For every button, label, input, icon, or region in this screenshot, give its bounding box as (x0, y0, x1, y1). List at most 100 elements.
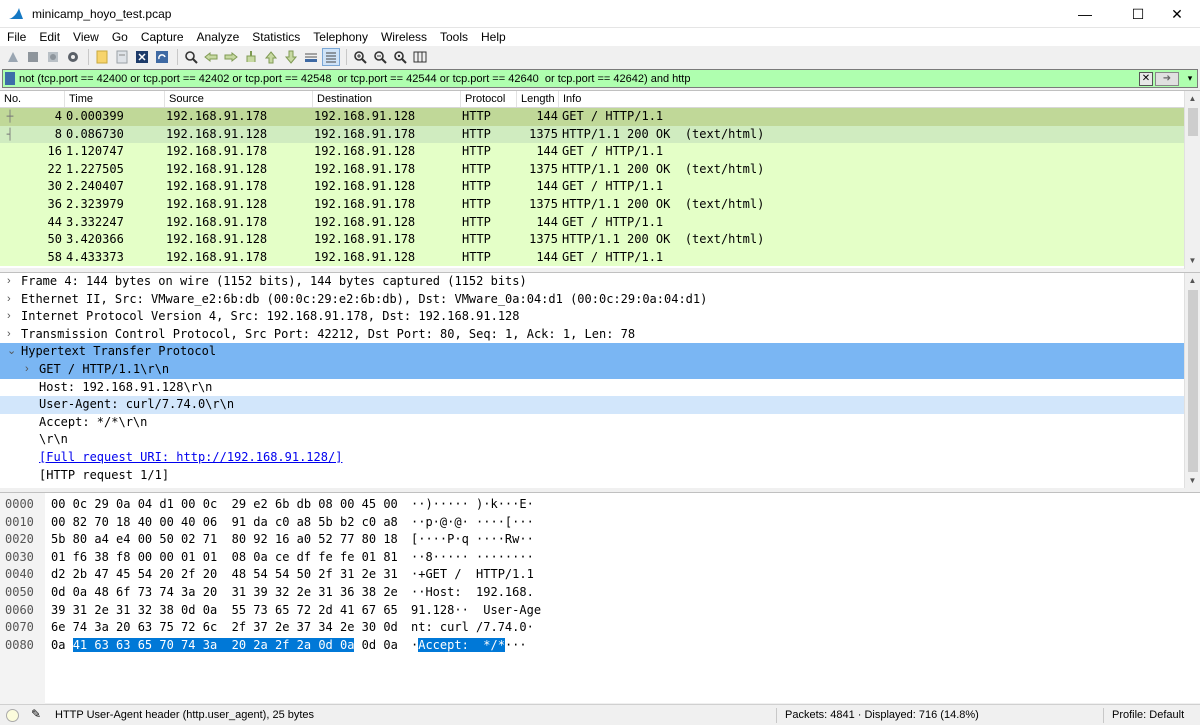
ascii-bytes[interactable]: ··Host: 192.168. (411, 584, 534, 602)
profile-indicator[interactable]: Profile: Default (1112, 709, 1184, 721)
ascii-bytes[interactable]: 91.128·· User-Age (411, 602, 541, 620)
ascii-bytes[interactable]: [····P·q ····Rw·· (411, 531, 534, 549)
detail-tree-item[interactable]: › Internet Protocol Version 4, Src: 192.1… (0, 308, 1200, 326)
hex-bytes[interactable]: 5b 80 a4 e4 00 50 02 71 80 92 16 a0 52 7… (51, 531, 398, 549)
hex-bytes[interactable]: 00 82 70 18 40 00 40 06 91 da c0 a8 5b b… (51, 514, 398, 532)
detail-tree-item[interactable]: \r\n (0, 431, 1200, 449)
packet-list-scrollbar[interactable]: ▲ ▼ (1184, 91, 1200, 269)
ascii-bytes[interactable]: ··8····· ········ (411, 549, 534, 567)
column-header-time[interactable]: Time (65, 91, 165, 107)
menu-view[interactable]: View (66, 28, 105, 46)
detail-tree-item[interactable]: [HTTP request 1/1] (0, 467, 1200, 485)
detail-tree-item[interactable]: [Full request URI: http://192.168.91.128… (0, 449, 1200, 467)
detail-tree-item[interactable]: › GET / HTTP/1.1\r\n (0, 360, 1200, 379)
menu-analyze[interactable]: Analyze (190, 28, 246, 46)
close-button[interactable]: ✕ (1154, 0, 1200, 28)
hex-bytes[interactable]: 0a 41 63 63 65 70 74 3a 20 2a 2f 2a 0d 0… (51, 637, 398, 655)
packet-row[interactable]: 44 3.332247 192.168.91.178 192.168.91.128 HT… (0, 213, 1200, 232)
details-scrollbar[interactable]: ▲ ▼ (1184, 273, 1200, 488)
ascii-bytes[interactable]: nt: curl /7.74.0· (411, 619, 534, 637)
column-header-no[interactable]: No. (0, 91, 65, 107)
menu-wireless[interactable]: Wireless (374, 28, 433, 46)
go-first-icon[interactable] (262, 48, 280, 66)
detail-tree-item[interactable]: › Frame 4: 144 bytes on wire (1152 bits),… (0, 273, 1200, 291)
zoom-in-icon[interactable] (351, 48, 369, 66)
scrollbar-thumb[interactable] (1188, 108, 1198, 136)
go-last-icon[interactable] (282, 48, 300, 66)
collapsed-arrow-icon[interactable]: › (25, 361, 29, 379)
filter-history-dropdown-icon[interactable]: ▾ (1183, 73, 1197, 84)
menu-file[interactable]: File (0, 28, 32, 46)
scroll-up-icon[interactable]: ▲ (1185, 91, 1200, 107)
detail-tree-item[interactable]: Accept: */*\r\n (0, 414, 1200, 432)
auto-scroll-icon[interactable] (302, 48, 320, 66)
full-request-uri-link[interactable]: [Full request URI: http://192.168.91.128… (39, 449, 342, 467)
packet-row[interactable]: 58 4.433373 192.168.91.178 192.168.91.128 HT… (0, 248, 1200, 267)
expert-info-icon[interactable] (6, 709, 19, 722)
colorize-icon[interactable] (322, 48, 340, 66)
expanded-arrow-icon[interactable]: ⌄ (7, 343, 16, 361)
hex-bytes[interactable]: 00 0c 29 0a 04 d1 00 0c 29 e2 6b db 08 0… (51, 496, 398, 514)
menu-tools[interactable]: Tools (433, 28, 474, 46)
ascii-bytes[interactable]: ··)····· )·k···E· (411, 496, 534, 514)
hex-bytes[interactable]: 01 f6 38 f8 00 00 01 01 08 0a ce df fe f… (51, 549, 398, 567)
start-capture-icon[interactable] (4, 48, 22, 66)
hex-bytes[interactable]: 6e 74 3a 20 63 75 72 6c 2f 37 2e 37 34 2… (51, 619, 398, 637)
packet-row[interactable]: ┼ 4 0.000399 192.168.91.178 192.168.91.128 HT… (0, 108, 1200, 126)
zoom-out-icon[interactable] (371, 48, 389, 66)
restart-capture-icon[interactable] (44, 48, 62, 66)
stop-capture-icon[interactable] (24, 48, 42, 66)
detail-tree-item[interactable]: User-Agent: curl/7.74.0\r\n (0, 396, 1200, 414)
detail-tree-item[interactable]: ⌄ Hypertext Transfer Protocol (0, 343, 1200, 361)
close-file-icon[interactable] (133, 48, 151, 66)
go-forward-icon[interactable] (222, 48, 240, 66)
display-filter-input[interactable] (19, 70, 1139, 87)
edit-comment-icon[interactable]: ✎ (31, 707, 41, 721)
collapsed-arrow-icon[interactable]: › (7, 273, 11, 291)
normal-size-icon[interactable] (391, 48, 409, 66)
column-header-protocol[interactable]: Protocol (461, 91, 517, 107)
menu-capture[interactable]: Capture (134, 28, 190, 46)
minimize-button[interactable]: — (1062, 0, 1108, 28)
ascii-bytes[interactable]: ·Accept: */*··· (411, 637, 527, 655)
column-header-length[interactable]: Length (517, 91, 559, 107)
hex-bytes[interactable]: 39 31 2e 31 32 38 0d 0a 55 73 65 72 2d 4… (51, 602, 398, 620)
detail-tree-item[interactable]: › Transmission Control Protocol, Src Port… (0, 326, 1200, 344)
collapsed-arrow-icon[interactable]: › (7, 308, 11, 326)
column-header-info[interactable]: Info (559, 91, 1179, 107)
column-header-source[interactable]: Source (165, 91, 313, 107)
menu-telephony[interactable]: Telephony (306, 28, 374, 46)
packet-row[interactable]: 50 3.420366 192.168.91.128 192.168.91.178 HT… (0, 231, 1200, 249)
filter-bookmark-icon[interactable] (5, 72, 15, 85)
scroll-down-icon[interactable]: ▼ (1185, 253, 1200, 269)
hex-bytes[interactable]: 0d 0a 48 6f 73 74 3a 20 31 39 32 2e 31 3… (51, 584, 398, 602)
ascii-bytes[interactable]: ··p·@·@· ····[··· (411, 514, 534, 532)
detail-tree-item[interactable]: › Ethernet II, Src: VMware_e2:6b:db (00:0… (0, 291, 1200, 309)
menu-go[interactable]: Go (105, 28, 134, 46)
scroll-down-icon[interactable]: ▼ (1185, 473, 1200, 488)
packet-row[interactable]: ┤ 8 0.086730 192.168.91.128 192.168.91.178 HT… (0, 125, 1200, 144)
packet-row[interactable]: 16 1.120747 192.168.91.178 192.168.91.128 HT… (0, 143, 1200, 161)
filter-clear-icon[interactable]: ✕ (1139, 71, 1153, 86)
go-back-icon[interactable] (202, 48, 220, 66)
packet-row[interactable]: 30 2.240407 192.168.91.178 192.168.91.128 HT… (0, 178, 1200, 196)
packet-row[interactable]: 36 2.323979 192.168.91.128 192.168.91.178 HT… (0, 195, 1200, 214)
menu-edit[interactable]: Edit (32, 28, 66, 46)
find-packet-icon[interactable] (182, 48, 200, 66)
scroll-up-icon[interactable]: ▲ (1185, 273, 1200, 289)
scrollbar-thumb[interactable] (1188, 290, 1198, 472)
packet-row[interactable]: 22 1.227505 192.168.91.128 192.168.91.178 HT… (0, 160, 1200, 179)
go-to-packet-icon[interactable] (242, 48, 260, 66)
collapsed-arrow-icon[interactable]: › (7, 291, 11, 309)
collapsed-arrow-icon[interactable]: › (7, 326, 11, 344)
ascii-bytes[interactable]: ·+GET / HTTP/1.1 (411, 566, 534, 584)
detail-tree-item[interactable]: Host: 192.168.91.128\r\n (0, 379, 1200, 397)
capture-options-icon[interactable] (64, 48, 82, 66)
filter-apply-icon[interactable]: ➜ (1155, 71, 1179, 86)
hex-bytes[interactable]: d2 2b 47 45 54 20 2f 20 48 54 54 50 2f 3… (51, 566, 398, 584)
open-file-icon[interactable] (93, 48, 111, 66)
column-header-destination[interactable]: Destination (313, 91, 461, 107)
menu-help[interactable]: Help (474, 28, 512, 46)
resize-columns-icon[interactable] (411, 48, 429, 66)
save-file-icon[interactable] (113, 48, 131, 66)
